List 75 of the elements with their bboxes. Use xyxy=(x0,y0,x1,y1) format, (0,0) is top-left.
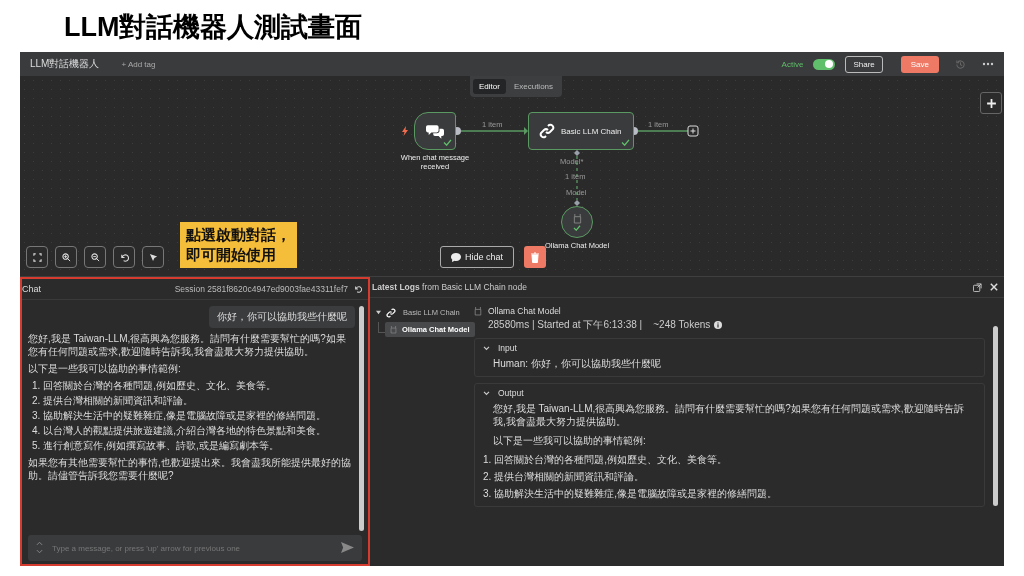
list-number: 5. xyxy=(32,439,41,452)
run-meta: 28580ms | Started at 下午6:13:38 | ~248 Tokens xyxy=(488,318,711,332)
message-text: 您好,我是 Taiwan-LLM,很高興為您服務。請問有什麼需要幫忙的嗎?如果您有任何問題或需求,歡迎隨時告訴我,我會盡最大努力提供協助。 xyxy=(493,402,965,428)
message-text: 如果您有其他需要幫忙的事情,也歡迎提出來。我會盡我所能提供最好的協助。請儘管告訴我您需要什麼呢? xyxy=(28,456,352,482)
zoom-out-button[interactable] xyxy=(84,246,106,268)
undo-button[interactable] xyxy=(113,246,135,268)
slide-title: LLM對話機器人測試畫面 xyxy=(64,11,364,44)
section-title[interactable]: Output xyxy=(498,388,524,398)
list-number: 2. xyxy=(483,470,492,483)
list-item-text: 提供台灣相關的新聞資訊和評論。 xyxy=(43,394,194,407)
workflow-name[interactable]: LLM對話機器人 xyxy=(30,57,100,71)
chevron-down-icon[interactable] xyxy=(483,390,490,396)
more-icon[interactable] xyxy=(982,62,994,66)
chat-icon xyxy=(451,252,461,262)
chat-icon xyxy=(426,123,444,139)
lightning-icon xyxy=(402,126,408,136)
plus-icon xyxy=(985,97,997,109)
active-toggle[interactable] xyxy=(813,58,836,70)
session-id: Session 2581f8620c4947ed9003fae43311fef7 xyxy=(174,284,348,294)
zoom-out-icon xyxy=(90,252,100,262)
scrollbar[interactable] xyxy=(359,306,364,531)
fit-view-button[interactable] xyxy=(26,246,48,268)
chevron-down-icon[interactable] xyxy=(483,345,490,351)
list-item-text: 提供台灣相關的新聞資訊和評論。 xyxy=(494,470,645,483)
refresh-icon[interactable] xyxy=(354,285,362,293)
message-text: 以下是一些我可以協助的事情範例: xyxy=(28,362,182,375)
add-tag-link[interactable]: + Add tag xyxy=(121,59,156,69)
node-label: Basic LLM Chain xyxy=(561,126,622,136)
zoom-in-button[interactable] xyxy=(55,246,77,268)
list-item-text: 協助解決生活中的疑難雜症,像是電腦故障或是家裡的修繕問題。 xyxy=(494,487,778,500)
pointer-icon xyxy=(148,252,158,262)
trigger-node[interactable] xyxy=(414,112,456,150)
zoom-in-icon xyxy=(61,252,71,262)
caret-down-icon[interactable] xyxy=(376,310,381,315)
send-icon[interactable] xyxy=(341,542,354,553)
logs-title: Latest Logs from Basic LLM Chain node xyxy=(372,282,527,292)
info-icon[interactable] xyxy=(714,321,723,329)
add-output-icon[interactable] xyxy=(687,125,699,137)
model-node[interactable] xyxy=(561,206,593,238)
list-item-text: 進行創意寫作,例如撰寫故事、詩歌,或是編寫劇本等。 xyxy=(43,439,279,452)
list-number: 1. xyxy=(32,379,41,392)
trash-icon xyxy=(530,251,540,263)
detail-title: Ollama Chat Model xyxy=(488,306,562,316)
message-text: 您好,我是 Taiwan-LLM,很高興為您服務。請問有什麼需要幫忙的嗎?如果您有任何問題或需求,歡迎隨時告訴我,我會盡最大努力提供協助。 xyxy=(28,332,347,358)
link-icon xyxy=(539,123,555,139)
user-message: 你好，你可以協助我些什麼呢 xyxy=(209,306,355,328)
scrollbar[interactable] xyxy=(993,326,998,506)
list-number: 3. xyxy=(32,409,41,422)
list-item-text: 回答關於台灣的各種問題,例如歷史、文化、美食等。 xyxy=(494,453,728,466)
list-number: 1. xyxy=(483,453,492,466)
list-item-text: 協助解決生活中的疑難雜症,像是電腦故障或是家裡的修繕問題。 xyxy=(43,409,327,422)
callout-note: 點選啟動對話， 即可開始使用 xyxy=(180,222,297,268)
list-number: 2. xyxy=(32,394,41,407)
section-title[interactable]: Input xyxy=(498,343,517,353)
delete-button[interactable] xyxy=(524,246,546,268)
message-text: Human: 你好，你可以協助我些什麼呢 xyxy=(493,357,662,370)
active-label: Active xyxy=(781,59,804,69)
close-icon[interactable] xyxy=(990,283,998,291)
message-text: 以下是一些我可以協助的事情範例: xyxy=(493,434,647,447)
list-item-text: 以台灣人的觀點提供旅遊建議,介紹台灣各地的特色景點和美食。 xyxy=(43,424,327,437)
list-item-text: 回答關於台灣的各種問題,例如歷史、文化、美食等。 xyxy=(43,379,277,392)
list-number: 3. xyxy=(483,487,492,500)
chain-node[interactable]: Basic LLM Chain xyxy=(528,112,634,150)
view-tab[interactable]: Executions xyxy=(507,79,560,94)
pointer-button[interactable] xyxy=(142,246,164,268)
popout-icon[interactable] xyxy=(973,282,982,292)
undo-icon xyxy=(119,252,129,262)
view-tab[interactable]: Editor xyxy=(473,79,506,94)
link-icon xyxy=(386,307,396,318)
hide-chat-button[interactable]: Hide chat xyxy=(440,246,515,268)
chat-title: Chat xyxy=(22,284,42,294)
share-button[interactable]: Share xyxy=(845,55,883,73)
fit-view-icon xyxy=(32,252,42,262)
add-node-button[interactable] xyxy=(980,92,1002,114)
list-number: 4. xyxy=(32,424,41,437)
